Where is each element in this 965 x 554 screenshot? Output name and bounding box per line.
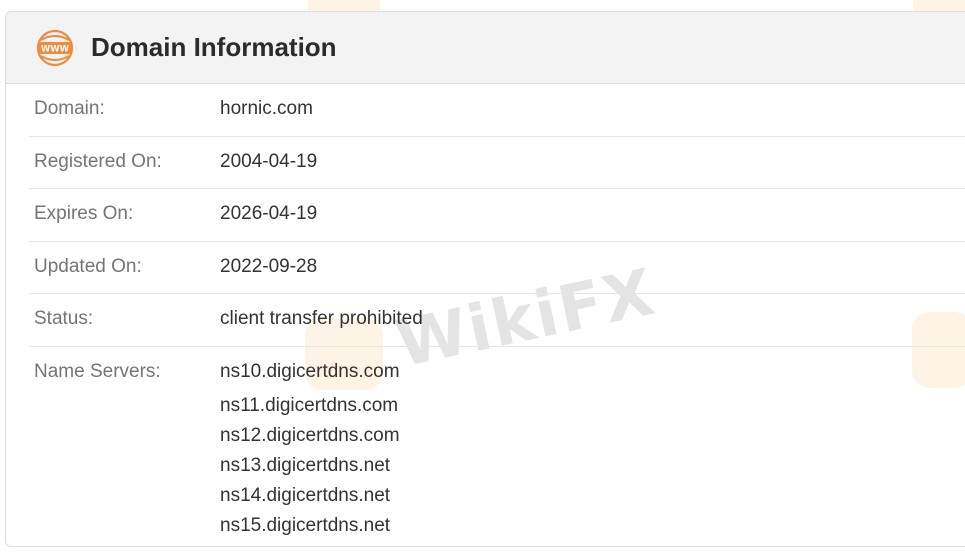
info-row-expires-on: Expires On: 2026-04-19 [29, 189, 965, 242]
name-server-item: ns12.digicertdns.com [220, 424, 400, 446]
info-row-name-servers: Name Servers: ns10.digicertdns.com ns11.… [29, 347, 965, 541]
row-label: Updated On: [34, 255, 142, 277]
name-server-item: ns14.digicertdns.net [220, 484, 391, 506]
name-server-item: ns13.digicertdns.net [220, 454, 391, 476]
www-globe-icon: WWW [36, 29, 74, 66]
row-value: hornic.com [220, 98, 313, 119]
name-server-item: ns15.digicertdns.net [220, 514, 391, 536]
info-row-updated-on: Updated On: 2022-09-28 [29, 242, 965, 294]
page-title: Domain Information [91, 32, 337, 62]
info-row-registered-on: Registered On: 2004-04-19 [29, 137, 965, 189]
row-value: client transfer prohibited [220, 308, 423, 329]
row-value: 2004-04-19 [220, 150, 318, 172]
row-label: Name Servers: [34, 360, 161, 382]
row-label: Domain: [34, 98, 105, 119]
row-value: 2026-04-19 [220, 203, 318, 224]
info-row-domain: Domain: hornic.com [29, 84, 965, 137]
card-header: WWW Domain Information [6, 12, 965, 84]
row-label: Status: [34, 308, 94, 329]
name-server-item: ns10.digicertdns.com [220, 360, 400, 382]
www-icon-text: WWW [41, 44, 70, 54]
name-server-list: ns10.digicertdns.com ns11.digicertdns.co… [220, 361, 400, 541]
row-label: Expires On: [34, 203, 134, 224]
row-value: 2022-09-28 [220, 255, 318, 277]
name-server-item: ns11.digicertdns.com [220, 394, 399, 416]
info-row-status: Status: client transfer prohibited [29, 294, 965, 347]
row-label: Registered On: [34, 150, 162, 172]
domain-info-table: Domain: hornic.com Registered On: 2004-0… [6, 84, 965, 541]
domain-information-card: WWW Domain Information Domain: hornic.co… [5, 11, 965, 547]
